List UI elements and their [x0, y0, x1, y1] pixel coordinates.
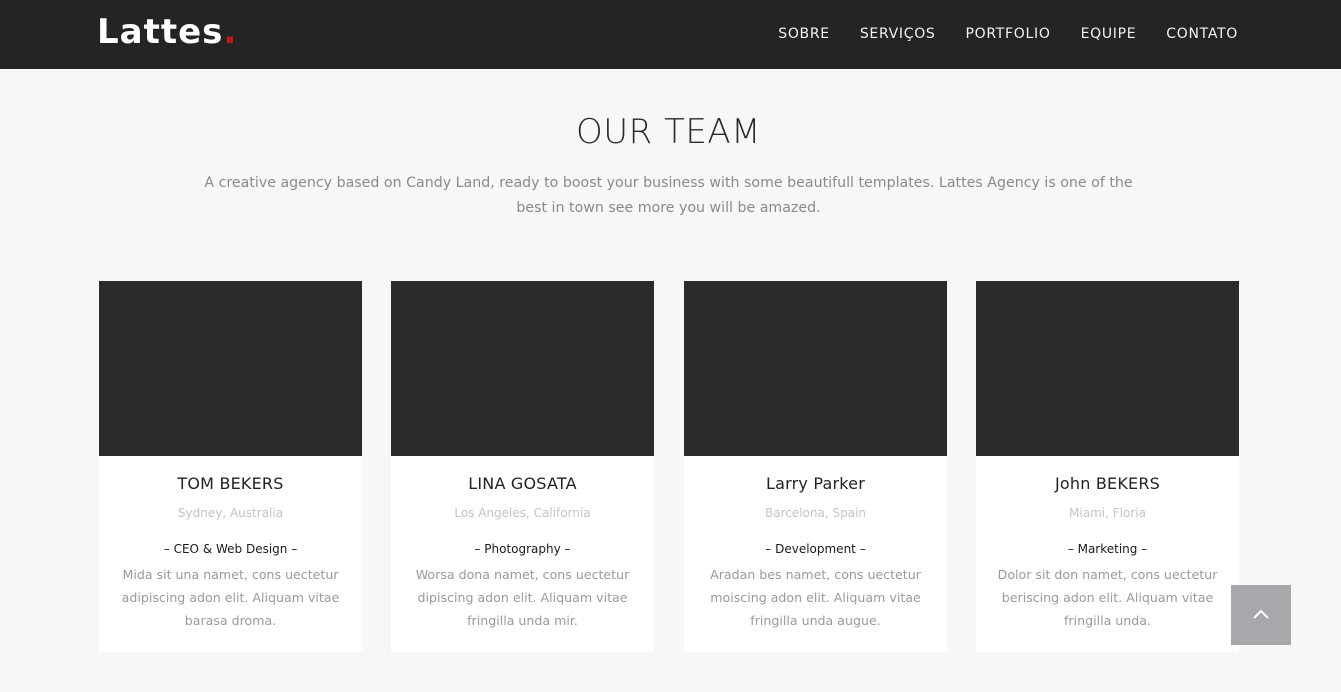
section-title: OUR TEAM: [576, 112, 761, 152]
member-name: TOM BEKERS: [177, 474, 284, 493]
brand-logo[interactable]: Lattes.: [97, 10, 237, 54]
member-location: Miami, Floria: [1069, 506, 1146, 520]
nav-link-servicos[interactable]: SERVIÇOS: [860, 24, 936, 44]
main-nav: SOBRE SERVIÇOS PORTFOLIO EQUIPE CONTATO: [748, 24, 1238, 44]
member-role: – Development –: [765, 542, 866, 556]
member-name: Larry Parker: [766, 474, 865, 493]
brand-dot: .: [223, 12, 238, 52]
nav-link-contato[interactable]: CONTATO: [1166, 24, 1238, 44]
member-name: John BEKERS: [1054, 474, 1161, 493]
member-bio: Worsa dona namet, cons uectetur dipiscin…: [415, 567, 630, 628]
nav-link-equipe[interactable]: EQUIPE: [1081, 24, 1137, 44]
team-member-card: LINA GOSATA Los Angeles, California – Ph…: [391, 281, 654, 652]
member-photo: [99, 281, 362, 456]
back-to-top-button[interactable]: [1231, 585, 1291, 645]
team-member-card: TOM BEKERS Sydney, Australia – CEO & Web…: [99, 281, 362, 652]
member-role: – Marketing –: [1067, 542, 1148, 556]
member-role: – CEO & Web Design –: [163, 542, 298, 556]
member-photo: [391, 281, 654, 456]
member-photo: [976, 281, 1239, 456]
nav-link-sobre[interactable]: SOBRE: [778, 24, 830, 44]
team-member-card: Larry Parker Barcelona, Spain – Developm…: [684, 281, 947, 652]
team-member-card: John BEKERS Miami, Floria – Marketing – …: [976, 281, 1239, 652]
top-navbar: Lattes. SOBRE SERVIÇOS PORTFOLIO EQUIPE …: [0, 0, 1341, 69]
member-name: LINA GOSATA: [468, 474, 577, 493]
member-bio: Mida sit una namet, cons uectetur adipis…: [121, 567, 340, 628]
member-bio: Dolor sit don namet, cons uectetur beris…: [997, 567, 1218, 628]
member-role: – Photography –: [474, 542, 571, 556]
nav-link-portfolio[interactable]: PORTFOLIO: [966, 24, 1051, 44]
section-description: A creative agency based on Candy Land, r…: [204, 175, 1133, 216]
member-location: Sydney, Australia: [177, 506, 284, 520]
member-location: Los Angeles, California: [454, 506, 591, 520]
chevron-up-icon: [1253, 609, 1269, 619]
member-bio: Aradan bes namet, cons uectetur moiscing…: [710, 567, 921, 628]
member-location: Barcelona, Spain: [764, 506, 867, 520]
brand-name: Lattes: [97, 12, 224, 52]
member-photo: [684, 281, 947, 456]
